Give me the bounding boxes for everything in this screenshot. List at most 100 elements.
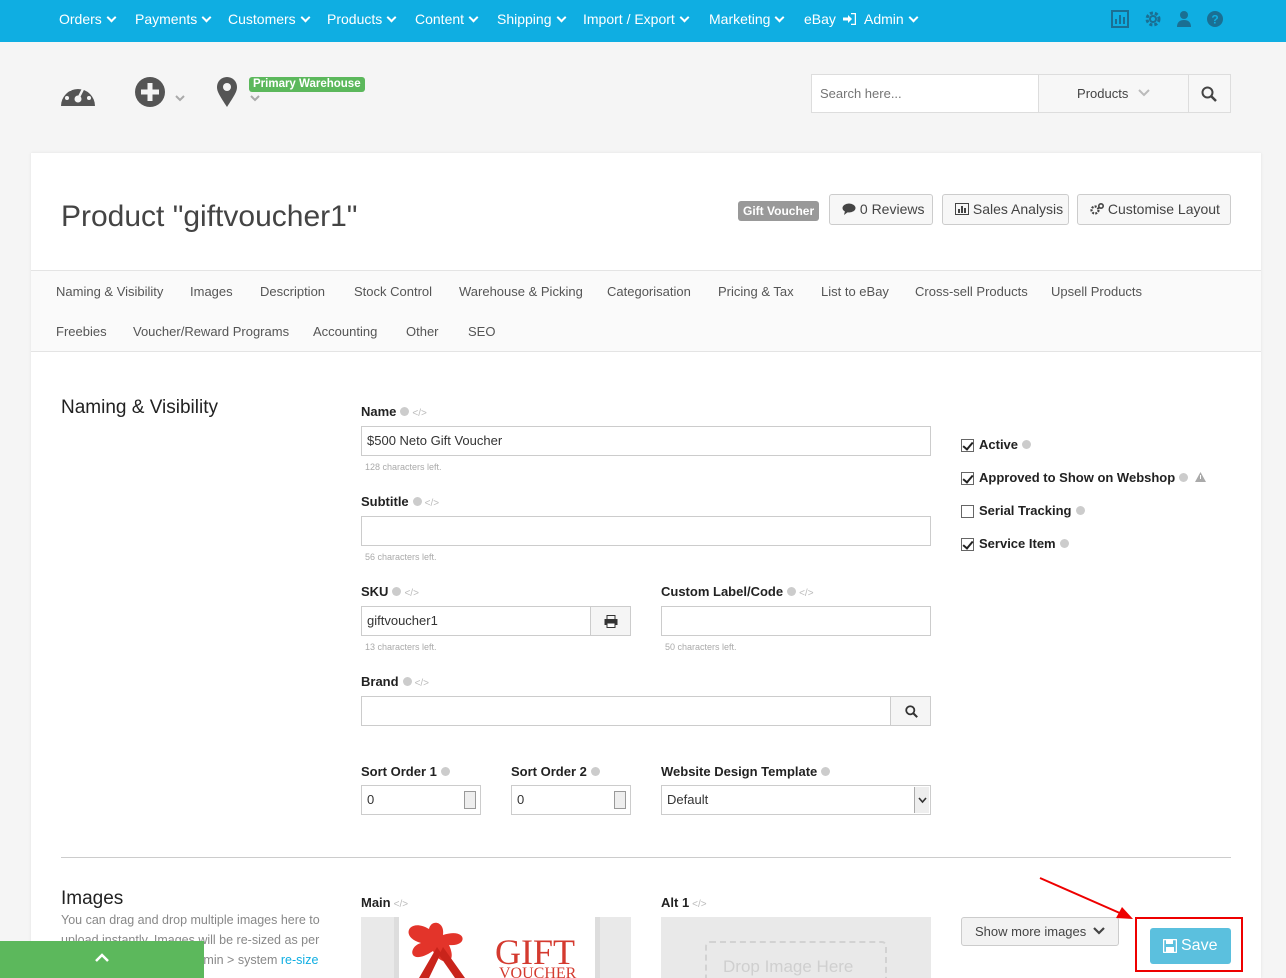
tab-cross-sell[interactable]: Cross-sell Products [915, 284, 1028, 299]
search-scope-select[interactable]: Products [1039, 75, 1189, 112]
code-icon: </> [414, 678, 430, 689]
subtitle-label: Subtitle </> [361, 494, 439, 509]
chevron-down-icon [386, 12, 397, 23]
serial-tracking-checkbox[interactable] [961, 505, 974, 518]
info-icon [1022, 440, 1032, 449]
tab-upsell[interactable]: Upsell Products [1051, 284, 1142, 299]
nav-import-export[interactable]: Import / Export [583, 11, 690, 27]
nav-label: Import / Export [583, 11, 675, 27]
drop-zone[interactable]: Drop Image Here [705, 941, 887, 978]
search-icon [905, 705, 918, 718]
nav-customers[interactable]: Customers [228, 11, 311, 27]
product-type-badge: Gift Voucher [738, 201, 820, 221]
tab-images[interactable]: Images [190, 284, 233, 299]
scroll-to-top-button[interactable] [0, 941, 204, 978]
nav-label: Customers [228, 11, 296, 27]
sku-field[interactable]: giftvoucher1 [361, 606, 591, 636]
gift-voucher-image: GIFT VOUCHER [394, 917, 600, 978]
chevron-down-icon [1093, 927, 1105, 935]
tab-warehouse-picking[interactable]: Warehouse & Picking [459, 284, 583, 299]
code-icon: </> [424, 498, 440, 509]
sales-analysis-button[interactable]: Sales Analysis [942, 194, 1069, 225]
save-button[interactable]: Save [1150, 928, 1231, 964]
tab-pricing-tax[interactable]: Pricing & Tax [718, 284, 794, 299]
tab-categorisation[interactable]: Categorisation [607, 284, 691, 299]
tab-description[interactable]: Description [260, 284, 325, 299]
approved-label-text: Approved to Show on Webshop [979, 470, 1176, 485]
info-icon [440, 767, 450, 776]
nav-orders[interactable]: Orders [59, 11, 117, 27]
tab-freebies[interactable]: Freebies [56, 324, 107, 339]
alt-image-dropzone[interactable]: Drop Image Here [661, 917, 931, 978]
brand-field[interactable] [361, 696, 891, 726]
spinner-control[interactable] [614, 791, 626, 809]
main-image-label: Main </> [361, 895, 408, 910]
customise-layout-button[interactable]: Customise Layout [1077, 194, 1231, 225]
svg-text:?: ? [1211, 13, 1218, 27]
warehouse-badge[interactable]: Primary Warehouse [249, 77, 365, 92]
gear-icon[interactable] [1144, 10, 1162, 28]
chevron-down-icon [106, 12, 117, 23]
reviews-button[interactable]: 0 Reviews [829, 194, 933, 225]
section-title-naming: Naming & Visibility [61, 397, 218, 418]
sort-order-2-value: 0 [517, 792, 525, 807]
custom-label-text: Custom Label/Code [661, 584, 784, 599]
nav-label: Admin [864, 11, 904, 27]
chart-icon[interactable] [1111, 10, 1129, 28]
template-label: Website Design Template [661, 764, 831, 779]
serial-tracking-label: Serial Tracking [979, 503, 1085, 518]
nav-label: Marketing [709, 11, 771, 27]
tab-seo[interactable]: SEO [468, 324, 495, 339]
tab-naming-visibility[interactable]: Naming & Visibility [56, 284, 163, 299]
tab-list-to-ebay[interactable]: List to eBay [821, 284, 889, 299]
name-field[interactable]: $500 Neto Gift Voucher [361, 426, 931, 456]
chevron-down-icon [1138, 89, 1150, 97]
tab-other[interactable]: Other [406, 324, 439, 339]
nav-ebay[interactable]: eBay [804, 11, 857, 27]
name-label-text: Name [361, 404, 397, 419]
dashboard-icon[interactable] [59, 78, 97, 108]
sort-order-2-field[interactable]: 0 [511, 785, 631, 815]
main-image-dropzone[interactable]: GIFT VOUCHER [361, 917, 631, 978]
help-icon[interactable]: ? [1206, 10, 1224, 28]
nav-admin[interactable]: Admin [864, 11, 919, 27]
chevron-down-icon [679, 12, 690, 23]
tab-voucher-reward[interactable]: Voucher/Reward Programs [133, 324, 289, 339]
search-group: Products [811, 74, 1231, 113]
spinner-control[interactable] [464, 791, 476, 809]
approved-checkbox[interactable] [961, 472, 974, 485]
nav-shipping[interactable]: Shipping [497, 11, 566, 27]
customise-layout-label: Customise Layout [1107, 201, 1220, 217]
nav-content[interactable]: Content [415, 11, 479, 27]
code-icon: </> [799, 588, 814, 599]
nav-marketing[interactable]: Marketing [709, 11, 785, 27]
service-item-checkbox[interactable] [961, 538, 974, 551]
code-icon: </> [692, 899, 707, 910]
info-icon [402, 677, 412, 686]
sales-analysis-label: Sales Analysis [972, 201, 1064, 217]
search-input[interactable] [812, 75, 1039, 112]
subtitle-field[interactable] [361, 516, 931, 546]
search-button[interactable] [1189, 75, 1230, 112]
chevron-up-icon [95, 953, 109, 962]
tab-accounting[interactable]: Accounting [313, 324, 377, 339]
chevron-down-icon [556, 12, 566, 23]
sort-order-1-field[interactable]: 0 [361, 785, 481, 815]
active-checkbox[interactable] [961, 439, 974, 452]
info-icon [1179, 473, 1189, 482]
code-icon: </> [393, 899, 409, 910]
brand-search-button[interactable] [890, 696, 931, 726]
floppy-disk-icon [1163, 939, 1177, 953]
add-icon[interactable] [134, 76, 190, 108]
approved-label: Approved to Show on Webshop [979, 470, 1206, 485]
nav-label: eBay [804, 11, 836, 27]
tab-stock-control[interactable]: Stock Control [354, 284, 432, 299]
custom-label-field[interactable] [661, 606, 931, 636]
template-value: Default [667, 792, 709, 807]
nav-products[interactable]: Products [327, 11, 397, 27]
print-button[interactable] [590, 606, 631, 636]
template-select[interactable]: Default [661, 785, 931, 815]
nav-payments[interactable]: Payments [135, 11, 212, 27]
comment-icon [842, 203, 856, 215]
user-icon[interactable] [1175, 10, 1193, 28]
